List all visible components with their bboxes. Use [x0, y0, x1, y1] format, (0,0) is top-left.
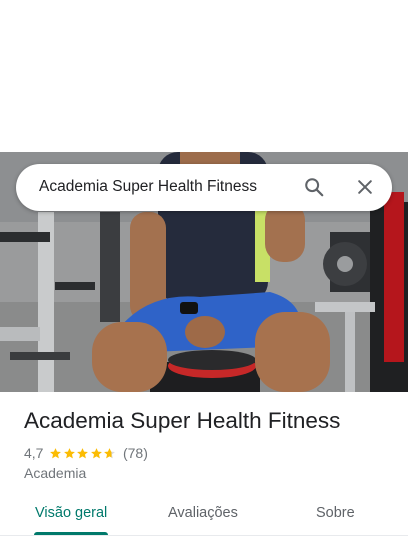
search-input[interactable]: Academia Super Health Fitness	[39, 178, 257, 196]
rating-row[interactable]: 4,7 (78)	[24, 444, 148, 462]
close-icon[interactable]	[355, 177, 375, 197]
place-title: Academia Super Health Fitness	[24, 408, 341, 433]
tab-overview[interactable]: Visão geral	[35, 505, 107, 521]
star-icon	[50, 447, 62, 458]
rating-value: 4,7	[24, 445, 44, 461]
map-blank-area	[0, 0, 408, 152]
place-category[interactable]: Academia	[24, 465, 86, 481]
tab-reviews[interactable]: Avaliações	[168, 505, 238, 521]
star-icon	[64, 447, 75, 458]
rating-stars	[49, 447, 117, 460]
tab-about[interactable]: Sobre	[316, 505, 355, 521]
star-half-icon	[104, 447, 116, 458]
search-icon[interactable]	[303, 176, 325, 198]
active-tab-indicator	[34, 532, 108, 535]
review-count[interactable]: (78)	[123, 445, 148, 461]
star-icon	[91, 447, 102, 458]
search-bar[interactable]: Academia Super Health Fitness	[16, 164, 392, 211]
star-icon	[77, 447, 89, 458]
place-tabs: Visão geral Avaliações Sobre	[0, 492, 408, 536]
